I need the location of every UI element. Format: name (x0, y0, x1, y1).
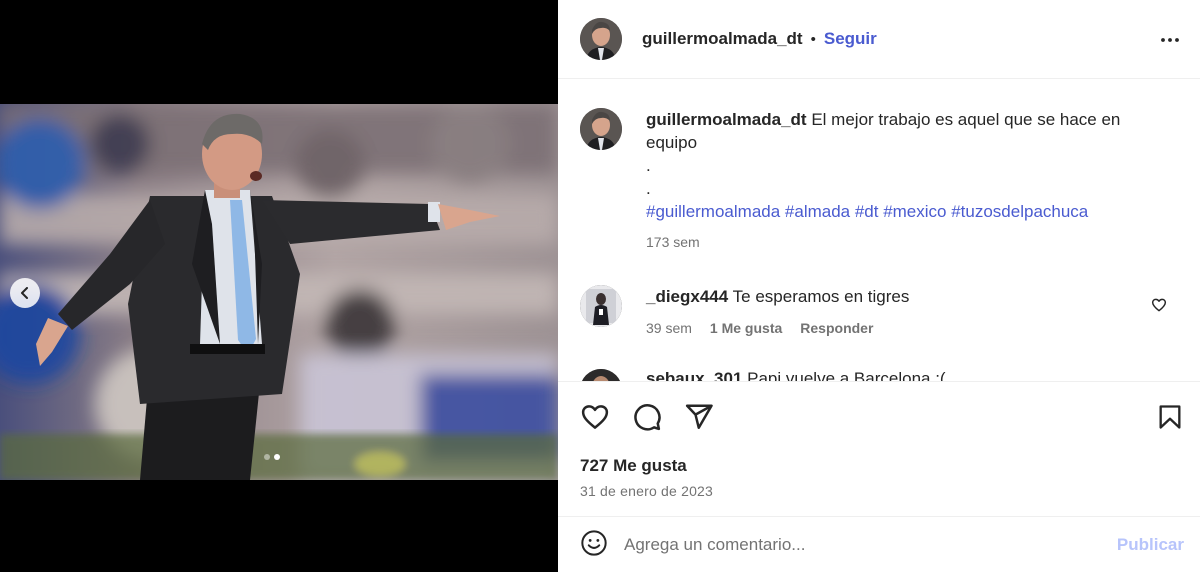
likes-count-link[interactable]: 727 Me gusta (580, 456, 687, 476)
bookmark-icon (1159, 405, 1181, 429)
comment-text: Te esperamos en tigres (732, 287, 910, 306)
caption-username-link[interactable]: guillermoalmada_dt (646, 110, 807, 129)
carousel-dot (264, 454, 270, 460)
comment-like-button[interactable] (1151, 297, 1167, 318)
paper-plane-icon (685, 404, 713, 429)
post-media (0, 0, 558, 572)
more-horizontal-icon (1161, 38, 1179, 42)
chevron-left-icon (21, 287, 28, 299)
caption-line-dot: . (646, 156, 651, 175)
post-date[interactable]: 31 de enero de 2023 (580, 483, 713, 499)
comment-body: sebaux_301 Papi vuelve a Barcelona :( (646, 369, 946, 381)
caption-author-avatar[interactable] (580, 108, 622, 150)
comment-text: Papi vuelve a Barcelona :( (747, 369, 946, 381)
post-side-panel: guillermoalmada_dt • Seguir guillermoalm… (558, 0, 1200, 572)
comment-button[interactable] (632, 402, 662, 437)
commenter-avatar[interactable] (580, 369, 622, 381)
like-button[interactable] (580, 402, 610, 437)
author-username-link[interactable]: guillermoalmada_dt (642, 29, 803, 49)
post-actions: 727 Me gusta 31 de enero de 2023 (558, 381, 1200, 517)
carousel-indicator (264, 454, 280, 460)
comment-input[interactable] (624, 535, 1084, 555)
comment-timestamp[interactable]: 39 sem (646, 317, 692, 340)
emoji-picker-button[interactable] (580, 529, 608, 562)
caption-body: guillermoalmada_dt El mejor trabajo es a… (646, 108, 1146, 254)
caption-hashtags[interactable]: #guillermoalmada #almada #dt #mexico #tu… (646, 200, 1146, 223)
comment-username-link[interactable]: _diegx444 (646, 287, 728, 306)
reply-button[interactable]: Responder (800, 317, 873, 340)
post-header: guillermoalmada_dt • Seguir (558, 0, 1200, 79)
comments-list[interactable]: guillermoalmada_dt El mejor trabajo es a… (558, 80, 1200, 381)
comment-meta: 39 sem 1 Me gusta Responder (646, 317, 909, 340)
post-photo[interactable] (0, 104, 558, 480)
save-button[interactable] (1156, 402, 1184, 437)
commenter-avatar[interactable] (580, 285, 622, 327)
caption-line-dot: . (646, 179, 651, 198)
caption-timestamp[interactable]: 173 sem (646, 231, 1146, 254)
profile-photo-icon (580, 18, 622, 60)
author-avatar[interactable] (580, 18, 622, 60)
smiley-face-icon (581, 529, 607, 556)
comment-item: sebaux_301 Papi vuelve a Barcelona :( (580, 369, 946, 381)
post-caption: guillermoalmada_dt El mejor trabajo es a… (580, 108, 1146, 254)
comment-likes-link[interactable]: 1 Me gusta (710, 317, 782, 340)
comment-item: _diegx444 Te esperamos en tigres 39 sem … (580, 285, 1180, 340)
heart-icon (1151, 298, 1167, 312)
heart-icon (581, 405, 609, 429)
comment-username-link[interactable]: sebaux_301 (646, 369, 742, 381)
profile-photo-icon (580, 108, 622, 150)
more-options-button[interactable] (1158, 28, 1182, 57)
coach-photo-illustration (0, 104, 558, 480)
carousel-previous-button[interactable] (10, 278, 40, 308)
profile-photo-icon (580, 285, 622, 327)
follow-button[interactable]: Seguir (824, 29, 877, 49)
share-button[interactable] (684, 402, 714, 437)
comment-body: _diegx444 Te esperamos en tigres 39 sem … (646, 285, 909, 340)
publish-button[interactable]: Publicar (1117, 535, 1184, 555)
add-comment-bar: Publicar (558, 518, 1200, 572)
profile-photo-icon (580, 369, 622, 381)
comment-bubble-icon (634, 404, 661, 431)
carousel-dot-active (274, 454, 280, 460)
separator-dot: • (810, 30, 816, 48)
